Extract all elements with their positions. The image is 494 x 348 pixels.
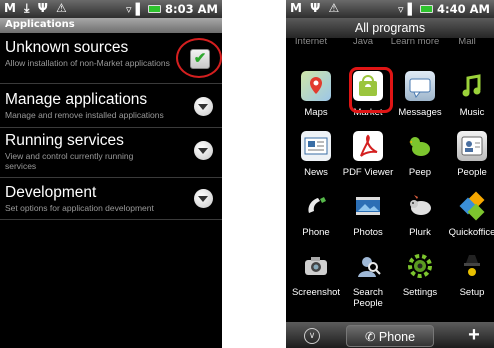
app-label: People: [457, 167, 487, 178]
photos-icon: [353, 191, 383, 221]
notification-icons: M ⤓ Ψ ⚠: [4, 1, 69, 15]
all-programs-title: All programs: [286, 18, 494, 38]
app-label: Search People: [352, 287, 384, 309]
setting-running-services[interactable]: Running services View and control curren…: [0, 129, 222, 178]
app-label-java[interactable]: Java: [338, 38, 388, 47]
app-music[interactable]: Music: [446, 71, 494, 133]
clock: 8:03 AM: [165, 2, 218, 16]
signal-icon: ▌: [135, 2, 145, 16]
app-pdf-viewer[interactable]: PDF Viewer: [342, 131, 394, 193]
app-label: Messages: [398, 107, 442, 118]
app-peep[interactable]: Peep: [394, 131, 446, 193]
maps-icon: [301, 71, 331, 101]
expand-arrow-icon[interactable]: [194, 97, 213, 116]
app-search-people[interactable]: Search People: [342, 251, 394, 313]
wifi-icon: ▿: [398, 2, 404, 16]
app-label: News: [304, 167, 328, 178]
setting-title: Manage applications: [5, 91, 148, 108]
app-label: Music: [459, 107, 485, 118]
setting-subtitle: Manage and remove installed applications: [5, 110, 164, 120]
add-button[interactable]: +: [454, 324, 494, 346]
app-label: PDF Viewer: [342, 167, 394, 178]
app-phone[interactable]: Phone: [290, 191, 342, 253]
setting-subtitle: Set options for application development: [5, 203, 154, 213]
settings-screen: M ⤓ Ψ ⚠ ▿ ▌ 8:03 AM Applications Unknown…: [0, 0, 222, 348]
app-label: Plurk: [409, 227, 431, 238]
app-settings[interactable]: Settings: [394, 251, 446, 313]
battery-icon: [148, 5, 162, 13]
app-label: Quickoffice: [448, 227, 494, 238]
expand-arrow-icon[interactable]: [194, 141, 213, 160]
setting-title: Running services: [5, 132, 124, 149]
quickoffice-icon: [457, 191, 487, 221]
notification-icons: M Ψ ⚠: [290, 1, 342, 15]
settings-icon: [405, 251, 435, 281]
app-maps[interactable]: Maps: [290, 71, 342, 133]
setting-development[interactable]: Development Set options for application …: [0, 179, 222, 220]
collapse-icon[interactable]: ∨: [304, 328, 320, 344]
signal-icon: ▌: [407, 2, 417, 16]
setting-subtitle: View and control currently running servi…: [5, 151, 134, 171]
search-people-icon: [353, 251, 383, 281]
peep-icon: [405, 131, 435, 161]
setting-title: Development: [5, 184, 97, 201]
messages-icon: [405, 71, 435, 101]
setting-manage-applications[interactable]: Manage applications Manage and remove in…: [0, 85, 222, 128]
setting-title: Unknown sources: [5, 39, 129, 56]
app-people[interactable]: People: [446, 131, 494, 193]
music-icon: [457, 71, 487, 101]
app-photos[interactable]: Photos: [342, 191, 394, 253]
app-setup[interactable]: Setup: [446, 251, 494, 313]
status-bar: M Ψ ⚠ ▿ ▌ 4:40 AM: [286, 0, 494, 18]
app-label-learn-more[interactable]: Learn more: [390, 38, 440, 47]
app-label: Settings: [402, 287, 438, 298]
people-icon: [457, 131, 487, 161]
app-label: Phone: [302, 227, 330, 238]
app-label: Peep: [408, 167, 432, 178]
news-icon: [301, 131, 331, 161]
section-header-applications: Applications: [0, 18, 222, 33]
status-bar: M ⤓ Ψ ⚠ ▿ ▌ 8:03 AM: [0, 0, 222, 18]
phone-handset-icon: ✆: [364, 330, 376, 344]
app-label: Setup: [459, 287, 485, 298]
bottom-bar: ∨ ✆ Phone +: [286, 322, 494, 348]
phone-button-label: Phone: [378, 330, 416, 344]
app-label: Photos: [353, 227, 383, 238]
cut-off-row: Internet Java Learn more Mail: [286, 38, 494, 48]
setting-unknown-sources[interactable]: Unknown sources Allow installation of no…: [0, 34, 222, 84]
app-label-mail[interactable]: Mail: [442, 38, 492, 47]
expand-arrow-icon[interactable]: [194, 189, 213, 208]
phone-button[interactable]: ✆ Phone: [346, 325, 434, 347]
wifi-icon: ▿: [126, 2, 132, 16]
phone-icon: [301, 191, 331, 221]
market-highlight-box: [349, 67, 393, 113]
all-programs-screen: M Ψ ⚠ ▿ ▌ 4:40 AM All programs Internet …: [286, 0, 494, 348]
battery-icon: [420, 5, 434, 13]
clock: 4:40 AM: [437, 2, 490, 16]
setting-subtitle: Allow installation of non-Market applica…: [5, 58, 170, 68]
pdf-viewer-icon: [353, 131, 383, 161]
plurk-icon: [405, 191, 435, 221]
setup-icon: [457, 251, 487, 281]
app-label: Maps: [304, 107, 328, 118]
app-messages[interactable]: Messages: [394, 71, 446, 133]
camera-icon: [301, 251, 331, 281]
app-label: Screenshot: [291, 287, 341, 298]
app-screenshot[interactable]: Screenshot: [290, 251, 342, 313]
app-news[interactable]: News: [290, 131, 342, 193]
app-quickoffice[interactable]: Quickoffice: [446, 191, 494, 253]
highlight-ellipse: [176, 38, 222, 78]
app-label-internet[interactable]: Internet: [286, 38, 336, 47]
app-plurk[interactable]: Plurk: [394, 191, 446, 253]
